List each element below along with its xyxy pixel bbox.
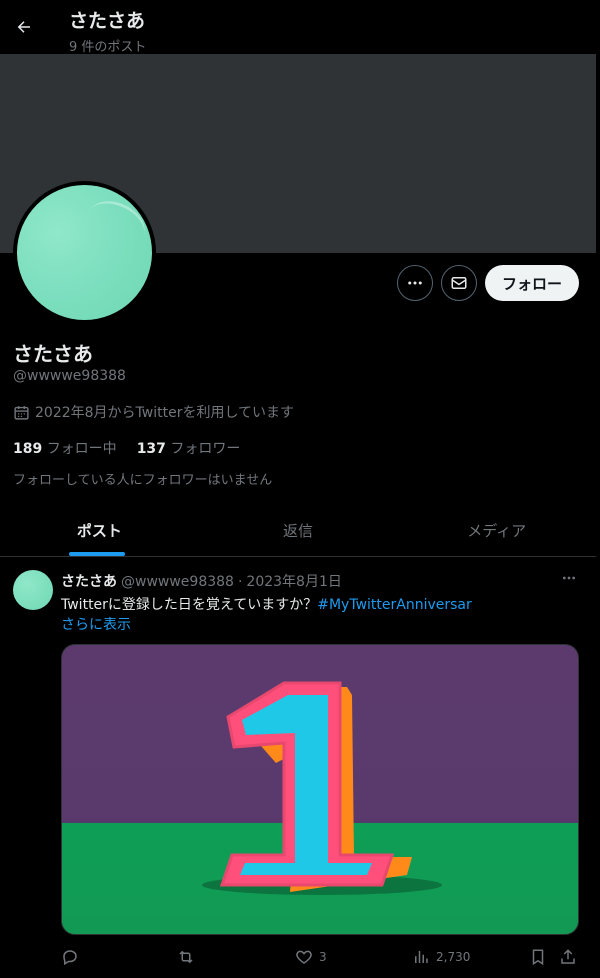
profile-tabs: ポスト 返信 メディア bbox=[0, 505, 596, 557]
post-body: Twitterに登録した日を覚えていますか？ bbox=[61, 597, 318, 613]
heart-icon bbox=[296, 950, 312, 964]
post-date[interactable]: 2023年8月1日 bbox=[246, 571, 341, 591]
share-button[interactable] bbox=[559, 948, 577, 966]
tab-replies-label: 返信 bbox=[283, 522, 314, 540]
mutual-followers-note: フォローしている人にフォロワーはいません bbox=[13, 473, 273, 488]
views-button[interactable]: 2,730 bbox=[412, 948, 470, 966]
views-icon bbox=[415, 951, 428, 963]
reply-button[interactable] bbox=[61, 948, 79, 966]
tab-posts-label: ポスト bbox=[76, 522, 122, 540]
bookmark-icon bbox=[532, 949, 544, 966]
tab-media[interactable]: メディア bbox=[397, 505, 596, 556]
tab-replies[interactable]: 返信 bbox=[199, 505, 398, 556]
post-author-name[interactable]: さたさあ bbox=[61, 571, 117, 591]
more-icon bbox=[563, 576, 575, 580]
profile-avatar-frame[interactable] bbox=[13, 181, 156, 324]
bookmark-button[interactable] bbox=[529, 948, 547, 966]
like-button[interactable]: 3 bbox=[295, 948, 327, 966]
more-icon bbox=[408, 281, 422, 285]
share-icon bbox=[561, 949, 575, 964]
profile-joined-text: 2022年8月からTwitterを利用しています bbox=[35, 405, 295, 421]
header-post-count: 9 件のポスト bbox=[69, 40, 147, 55]
following-label: フォロー中 bbox=[46, 441, 117, 457]
back-button[interactable] bbox=[8, 11, 40, 43]
post-actions: 3 2,730 bbox=[61, 948, 579, 970]
following-count: 189 bbox=[13, 441, 43, 457]
followers-link[interactable]: 137 フォロワー bbox=[137, 438, 241, 458]
followers-label: フォロワー bbox=[170, 441, 241, 457]
reply-icon bbox=[63, 950, 77, 966]
arrow-left-icon bbox=[17, 21, 30, 33]
calendar-icon bbox=[14, 405, 29, 420]
view-count: 2,730 bbox=[436, 950, 471, 964]
avatar bbox=[17, 185, 152, 320]
post[interactable]: さたさあ @wwwwe98388 · 2023年8月1日 Twitterに登録し… bbox=[0, 558, 596, 978]
tab-media-label: メディア bbox=[467, 522, 527, 540]
followers-count: 137 bbox=[136, 441, 166, 457]
top-bar: さたさあ 9 件のポスト bbox=[0, 0, 596, 55]
profile-handle: @wwwwe98388 bbox=[13, 368, 126, 384]
post-header: さたさあ @wwwwe98388 · 2023年8月1日 bbox=[61, 571, 342, 591]
following-link[interactable]: 189 フォロー中 bbox=[13, 438, 117, 458]
profile-stats: 189 フォロー中 137 フォロワー bbox=[13, 438, 240, 458]
post-text: Twitterに登録した日を覚えていますか？#MyTwitterAnnivers… bbox=[61, 594, 472, 614]
post-separator: · bbox=[237, 574, 243, 590]
active-tab-indicator bbox=[69, 552, 125, 556]
mail-icon bbox=[451, 277, 467, 289]
post-more-button[interactable] bbox=[558, 570, 580, 586]
follow-button[interactable]: フォロー bbox=[485, 265, 579, 301]
header-display-name: さたさあ bbox=[69, 10, 146, 32]
profile-joined: 2022年8月からTwitterを利用しています bbox=[13, 402, 294, 422]
show-more-link[interactable]: さらに表示 bbox=[61, 614, 131, 634]
post-media-image[interactable] bbox=[61, 644, 579, 935]
like-count: 3 bbox=[319, 950, 327, 964]
number-one-graphic bbox=[202, 681, 442, 895]
more-options-button[interactable] bbox=[397, 265, 433, 301]
post-hashtag[interactable]: #MyTwitterAnniversar bbox=[317, 597, 472, 613]
message-button[interactable] bbox=[441, 265, 477, 301]
post-avatar[interactable] bbox=[13, 570, 53, 610]
profile-name: さたさあ bbox=[13, 342, 93, 366]
repost-icon bbox=[179, 950, 193, 964]
repost-button[interactable] bbox=[176, 948, 196, 966]
tab-posts[interactable]: ポスト bbox=[0, 505, 199, 556]
post-author-handle[interactable]: @wwwwe98388 bbox=[121, 574, 234, 590]
